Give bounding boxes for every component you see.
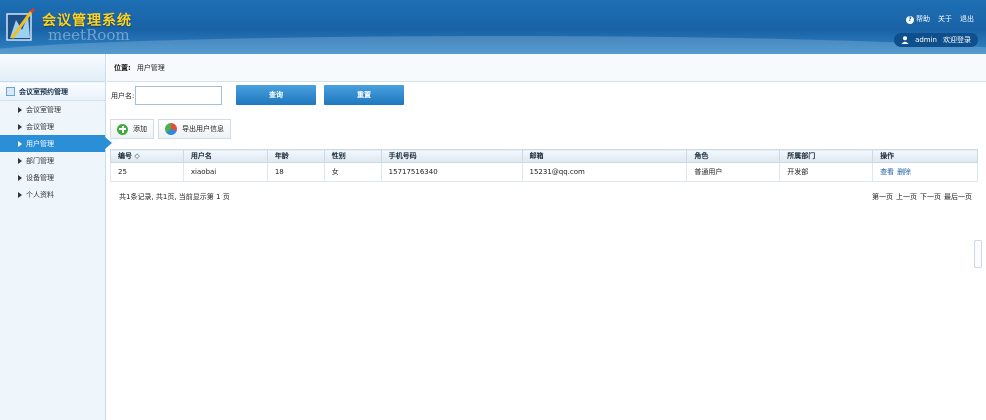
cell-actions: 查看 删除 [872,162,978,182]
sidebar-item-department[interactable]: 部门管理 [0,152,105,169]
sidebar-item-label: 设备管理 [26,173,54,182]
user-badge: admin 欢迎登录 [894,33,978,47]
arrow-right-icon [18,191,22,198]
user-icon [901,36,909,44]
record-summary: 共1条记录, 共1页, 当前显示第 1 页 [119,193,230,201]
column-header-age: 年龄 [266,149,325,163]
pagination: 第一页 上一页 下一页 最后一页 [872,192,972,202]
column-header-username: 用户名 [182,149,268,163]
cell-role: 普通用户 [686,162,781,182]
sidebar-topbar [0,54,105,82]
add-button[interactable]: 添加 [110,119,154,139]
top-nav: ? 帮助 关于 退出 [906,14,974,24]
pie-chart-icon [165,123,177,135]
arrow-right-icon [18,157,22,164]
help-label: 帮助 [916,15,930,23]
breadcrumb-label: 位置: [114,63,131,72]
export-label: 导出用户信息 [182,125,224,133]
arrow-right-icon [18,123,22,130]
column-header-role: 角色 [686,149,781,163]
delete-link[interactable]: 删除 [897,168,911,176]
sidebar-item-label: 用户管理 [26,139,54,148]
column-header-email: 邮箱 [521,149,688,163]
sidebar-item-device[interactable]: 设备管理 [0,169,105,186]
arrow-right-icon [18,140,22,147]
app-logo-icon [6,8,36,41]
search-label: 用户名: [111,91,135,100]
export-button[interactable]: 导出用户信息 [158,119,231,139]
help-link[interactable]: ? 帮助 [906,14,930,24]
sidebar-item-label: 部门管理 [26,156,54,165]
cell-email: 15231@qq.com [521,162,688,182]
last-page-link[interactable]: 最后一页 [944,192,972,202]
app-subtitle: meetRoom [48,26,130,44]
toolbar: 添加 导出用户信息 [110,119,231,139]
sidebar-item-profile[interactable]: 个人资料 [0,186,105,203]
breadcrumb: 位置: 用户管理 [107,54,986,82]
header-wave [0,36,986,54]
breadcrumb-current: 用户管理 [136,63,165,72]
table-row: 25 xiaobai 18 女 15717516340 15231@qq.com… [110,162,978,182]
cell-department: 开发部 [779,162,874,182]
cell-username: xiaobai [182,162,268,182]
arrow-right-icon [18,106,22,113]
first-page-link[interactable]: 第一页 [872,192,893,202]
search-row: 用户名: [111,86,223,105]
sidebar-item-user[interactable]: 用户管理 [0,135,112,152]
sidebar-group-meeting[interactable]: 会议室预约管理 [0,83,105,101]
sidebar-item-label: 会议管理 [26,122,54,131]
add-label: 添加 [133,125,147,133]
cell-phone: 15717516340 [380,162,523,182]
column-header-id[interactable]: 编号 ◇ [110,149,184,163]
table-header-row: 编号 ◇ 用户名 年龄 性别 手机号码 邮箱 角色 所属部门 操作 [110,149,978,163]
view-link[interactable]: 查看 [880,168,894,176]
cell-gender: 女 [323,162,382,182]
column-header-department: 所属部门 [779,149,874,163]
column-header-phone: 手机号码 [380,149,523,163]
query-button[interactable]: 查询 [236,85,316,105]
main-content: 位置: 用户管理 用户名: 查询 重置 添加 导出用户信息 编号 ◇ 用户名 年… [107,54,986,420]
prev-page-link[interactable]: 上一页 [896,192,917,202]
column-header-actions: 操作 [872,149,978,163]
sidebar-item-meeting-room[interactable]: 会议室管理 [0,101,105,118]
logout-link[interactable]: 退出 [960,14,974,24]
sidebar-item-meeting[interactable]: 会议管理 [0,118,105,135]
app-header: 会议管理系统 meetRoom ? 帮助 关于 退出 admin 欢迎登录 [0,0,986,54]
sidebar: 会议室预约管理 会议室管理 会议管理 用户管理 部门管理 设备管理 个人资料 [0,54,112,420]
sidebar-item-label: 个人资料 [26,190,54,199]
user-name: admin [915,36,937,44]
username-search-input[interactable] [135,86,223,105]
cell-id: 25 [110,162,184,182]
folder-icon [6,87,15,96]
user-table: 编号 ◇ 用户名 年龄 性别 手机号码 邮箱 角色 所属部门 操作 25 xia… [110,149,978,182]
next-page-link[interactable]: 下一页 [920,192,941,202]
cell-age: 18 [266,162,325,182]
help-icon: ? [906,16,914,24]
column-header-gender: 性别 [323,149,382,163]
reset-button[interactable]: 重置 [324,85,404,105]
welcome-text: 欢迎登录 [943,36,971,44]
sidebar-group-label: 会议室预约管理 [19,87,68,96]
side-scroll-handle[interactable] [974,240,982,268]
add-icon [117,123,128,135]
sidebar-item-label: 会议室管理 [26,105,61,114]
arrow-right-icon [18,174,22,181]
about-link[interactable]: 关于 [938,14,952,24]
